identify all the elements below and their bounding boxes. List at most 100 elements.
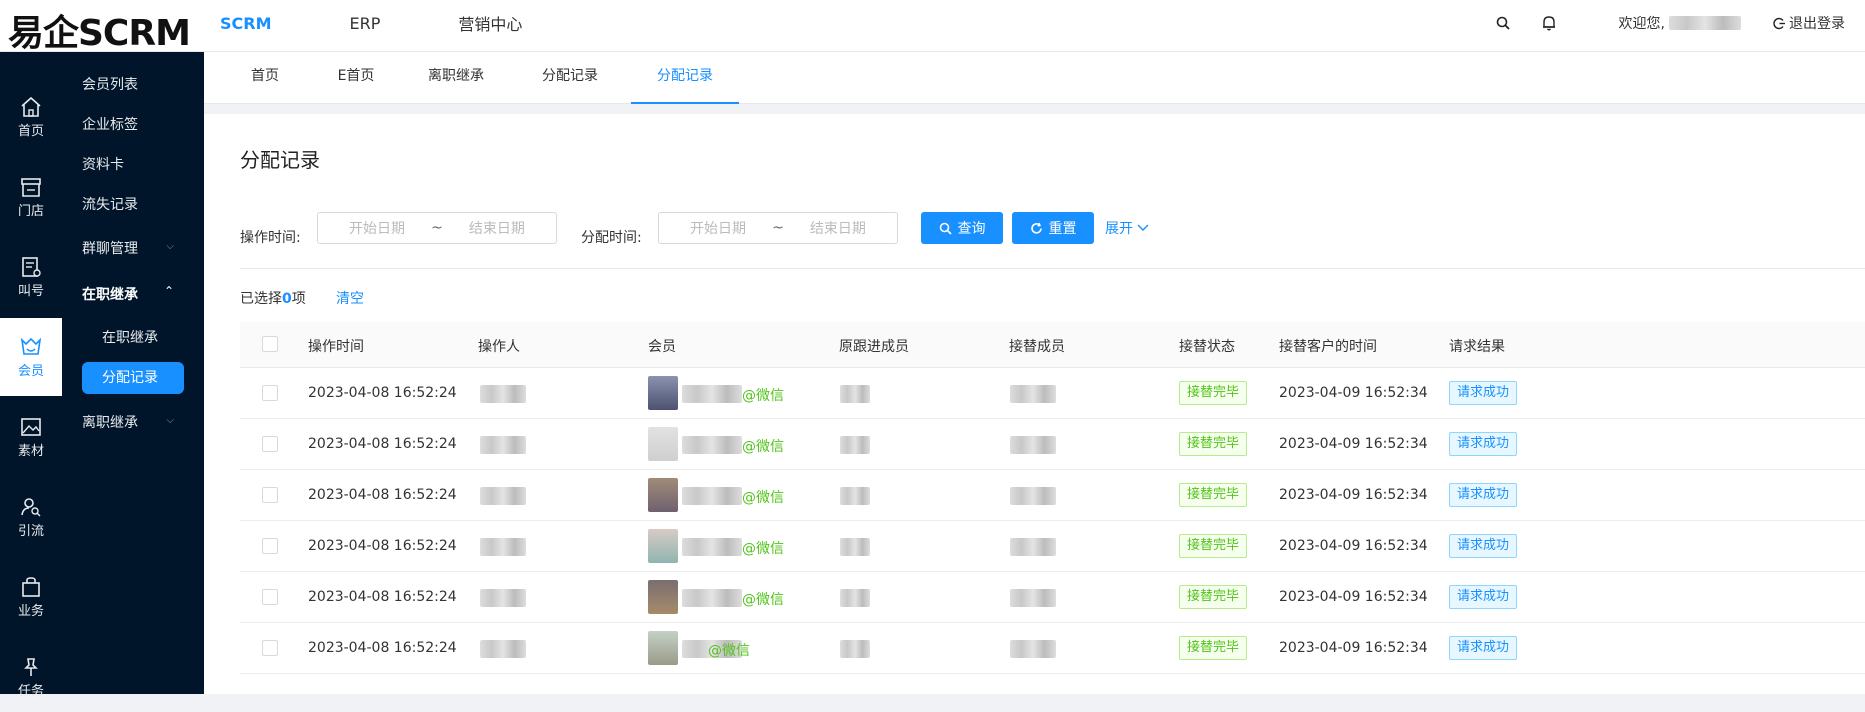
operator-redacted <box>480 487 526 505</box>
result-badge: 请求成功 <box>1449 534 1518 558</box>
leftbar-item-queue[interactable]: 叫号 <box>0 242 62 312</box>
selected-suffix: 项 <box>291 291 306 307</box>
table-row[interactable]: 2023-04-08 16:52:24 @微信 接替完毕 2023-04-09 16:… <box>240 623 1865 674</box>
selected-prefix: 已选择 <box>240 291 282 307</box>
cell-op-time: 2023-04-08 16:52:24 <box>308 436 457 452</box>
submenu-member-list[interactable]: 会员列表 <box>82 74 138 94</box>
leftbar-label: 引流 <box>17 523 44 539</box>
logout-label: 退出登录 <box>1789 16 1845 32</box>
selected-info: 已选择0项 <box>240 288 306 308</box>
cell-takeover-time: 2023-04-09 16:52:34 <box>1279 589 1428 605</box>
app-logo: 易企SCRM <box>8 13 191 54</box>
table-row[interactable]: 2023-04-08 16:52:24 @微信 接替完毕 2023-04-09 16:… <box>240 521 1865 572</box>
leftbar-item-task[interactable]: 任务 <box>0 642 62 712</box>
submenu-child-assign-record[interactable]: 分配记录 <box>82 362 184 394</box>
member-name-redacted <box>682 487 742 505</box>
original-member-redacted <box>840 538 870 556</box>
result-badge: 请求成功 <box>1449 585 1518 609</box>
member-name-redacted <box>682 385 742 403</box>
end-date-placeholder: 结束日期 <box>809 221 866 237</box>
row-checkbox[interactable] <box>262 538 278 554</box>
assign-time-range-input[interactable]: 开始日期 ~ 结束日期 <box>658 212 898 244</box>
chevron-down-icon: ⌵ <box>166 241 174 252</box>
user-search-icon <box>21 497 41 516</box>
leftbar-item-material[interactable]: 素材 <box>0 402 62 472</box>
original-member-redacted <box>840 589 870 607</box>
username-redacted <box>1669 16 1741 30</box>
topnav-scrm[interactable]: SCRM <box>220 14 272 33</box>
row-checkbox[interactable] <box>262 436 278 452</box>
left-icon-bar: 首页 门店 叫号 会员 素材 引流 业务 任务 <box>0 52 62 699</box>
submenu-company-tags[interactable]: 企业标签 <box>82 114 138 134</box>
member-avatar <box>648 478 678 512</box>
table-row[interactable]: 2023-04-08 16:52:24 @微信 接替完毕 2023-04-09 16:… <box>240 572 1865 623</box>
reset-label: 重置 <box>1048 221 1077 237</box>
original-member-redacted <box>840 436 870 454</box>
row-checkbox[interactable] <box>262 589 278 605</box>
leftbar-item-business[interactable]: 业务 <box>0 562 62 632</box>
leftbar-item-member[interactable]: 会员 <box>0 318 62 396</box>
end-date-placeholder: 结束日期 <box>468 221 525 237</box>
submenu-on-job-inherit[interactable]: 在职继承 <box>82 284 138 304</box>
original-member-redacted <box>840 385 870 403</box>
cell-op-time: 2023-04-08 16:52:24 <box>308 538 457 554</box>
row-checkbox[interactable] <box>262 640 278 656</box>
status-badge: 接替完毕 <box>1179 483 1248 507</box>
status-badge: 接替完毕 <box>1179 381 1248 405</box>
submenu-off-job-inherit[interactable]: 离职继承 <box>82 412 138 432</box>
member-wechat-suffix: @微信 <box>742 541 784 557</box>
result-badge: 请求成功 <box>1449 636 1518 660</box>
row-checkbox[interactable] <box>262 487 278 503</box>
clear-selection-link[interactable]: 清空 <box>336 288 364 308</box>
topnav-erp[interactable]: ERP <box>350 14 381 33</box>
member-icon <box>20 337 42 355</box>
start-date-placeholder: 开始日期 <box>349 221 406 237</box>
member-name-redacted <box>682 436 742 454</box>
submenu-group-chat[interactable]: 群聊管理 <box>82 238 138 258</box>
member-avatar <box>648 631 678 665</box>
logout-button[interactable]: 退出登录 <box>1773 13 1845 33</box>
expand-link[interactable]: 展开 <box>1105 218 1149 238</box>
result-badge: 请求成功 <box>1449 432 1518 456</box>
select-all-checkbox[interactable] <box>262 336 278 352</box>
leftbar-item-home[interactable]: 首页 <box>0 82 62 152</box>
reset-button[interactable]: 重置 <box>1012 212 1094 244</box>
tab-home[interactable]: 首页 <box>248 52 282 104</box>
takeover-member-redacted <box>1010 589 1056 607</box>
leftbar-item-traffic[interactable]: 引流 <box>0 482 62 552</box>
table-row[interactable]: 2023-04-08 16:52:24 @微信 接替完毕 2023-04-09 16:… <box>240 470 1865 521</box>
header-request-result: 请求结果 <box>1449 339 1505 355</box>
header-op-time: 操作时间 <box>308 339 364 355</box>
search-icon[interactable] <box>1493 13 1513 33</box>
submenu-churn-record[interactable]: 流失记录 <box>82 194 138 214</box>
header-operator: 操作人 <box>478 339 520 355</box>
bell-icon[interactable] <box>1539 13 1559 33</box>
operator-redacted <box>480 640 526 658</box>
topnav-marketing[interactable]: 营销中心 <box>458 11 522 35</box>
chevron-up-icon: ⌃ <box>163 284 174 298</box>
submenu-child-on-job-inherit[interactable]: 在职继承 <box>82 322 184 354</box>
row-checkbox[interactable] <box>262 385 278 401</box>
leftbar-item-store[interactable]: 门店 <box>0 162 62 232</box>
tab-assign-record-active[interactable]: 分配记录 <box>631 52 739 104</box>
result-badge: 请求成功 <box>1449 483 1518 507</box>
range-separator: ~ <box>431 220 443 236</box>
tab-assign-record[interactable]: 分配记录 <box>540 52 600 104</box>
query-button[interactable]: 查询 <box>921 212 1003 244</box>
status-badge: 接替完毕 <box>1179 534 1248 558</box>
tab-off-job-inherit[interactable]: 离职继承 <box>426 52 486 104</box>
assign-time-label: 分配时间: <box>581 230 642 246</box>
table-row[interactable]: 2023-04-08 16:52:24 @微信 接替完毕 2023-04-09 16:… <box>240 368 1865 419</box>
leftbar-label: 任务 <box>17 683 44 699</box>
submenu-profile-card[interactable]: 资料卡 <box>82 154 124 174</box>
cell-op-time: 2023-04-08 16:52:24 <box>308 385 457 401</box>
op-time-range-input[interactable]: 开始日期 ~ 结束日期 <box>317 212 557 244</box>
top-nav: SCRM ERP 营销中心 <box>220 0 600 46</box>
tab-e-home[interactable]: E首页 <box>334 52 378 104</box>
member-name-redacted <box>682 589 742 607</box>
cell-takeover-time: 2023-04-09 16:52:34 <box>1279 385 1428 401</box>
leftbar-label: 会员 <box>17 363 44 379</box>
table-row[interactable]: 2023-04-08 16:52:24 @微信 接替完毕 2023-04-09 16:… <box>240 419 1865 470</box>
store-icon <box>21 177 41 197</box>
original-member-redacted <box>840 640 870 658</box>
